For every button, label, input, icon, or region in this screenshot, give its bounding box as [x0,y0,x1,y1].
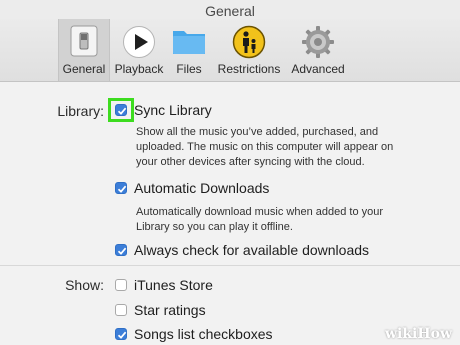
tab-files[interactable]: Files [168,19,210,81]
tab-general-label: General [62,62,106,76]
section-divider [0,265,460,266]
sync-library-description: Show all the music you’ve added, purchas… [136,125,456,170]
tab-advanced-label: Advanced [291,62,345,76]
tab-files-label: Files [176,62,202,76]
tab-restrictions[interactable]: Restrictions [214,19,284,81]
star-ratings-checkbox[interactable] [115,304,127,316]
automatic-downloads-checkbox[interactable] [115,182,127,194]
parental-restrictions-icon [232,25,266,62]
folder-icon [171,25,207,60]
star-ratings-label: Star ratings [134,302,206,318]
tab-general[interactable]: General [58,19,110,81]
songs-list-checkboxes-checkbox[interactable] [115,328,127,340]
songs-list-checkboxes-label: Songs list checkboxes [134,326,273,342]
play-icon [122,25,156,62]
window-title: General [205,3,255,19]
description-line: uploaded. The music on this computer wil… [136,141,394,153]
automatic-downloads-description: Automatically download music when added … [136,205,456,235]
library-label: Library: [57,103,104,119]
description-line: your other devices after syncing with th… [136,156,365,168]
tab-playback-label: Playback [114,62,164,76]
itunes-store-checkbox[interactable] [115,279,127,291]
show-label: Show: [65,277,104,293]
itunes-store-label: iTunes Store [134,277,213,293]
general-switch-icon [69,25,99,60]
preferences-toolbar: General Playback Files Restrictions Adva… [0,19,460,82]
tab-advanced[interactable]: Advanced [288,19,348,81]
tab-restrictions-label: Restrictions [217,62,281,76]
automatic-downloads-label: Automatic Downloads [134,180,270,196]
check-downloads-label: Always check for available downloads [134,242,370,258]
general-preferences-pane: Library: Sync Library Show all the music… [0,82,460,345]
description-line: Show all the music you’ve added, purchas… [136,126,379,138]
description-line: Automatically download music when added … [136,206,384,218]
sync-library-checkbox[interactable] [115,104,127,116]
wikihow-watermark: wikiHow [384,326,452,342]
tab-playback[interactable]: Playback [112,19,166,81]
gear-icon [301,25,335,62]
check-downloads-checkbox[interactable] [115,244,127,256]
description-line: Library so you can play it offline. [136,221,293,233]
sync-library-label: Sync Library [134,102,212,118]
